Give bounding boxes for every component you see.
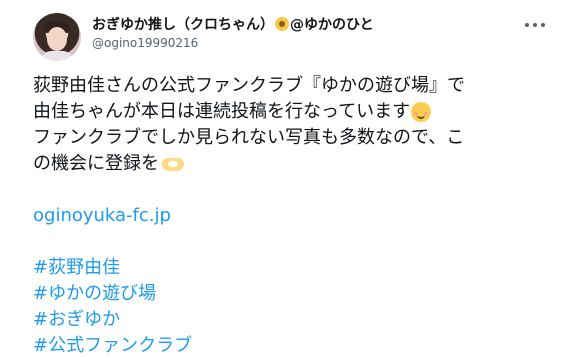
tweet-line-text: ファンクラブでしか見られない写真も多数なので、こ (33, 127, 465, 148)
sunflower-icon (275, 17, 289, 31)
hashtag-link[interactable]: #荻野由佳 (33, 255, 120, 281)
user-handle[interactable]: @ogino19990216 (92, 36, 374, 50)
avatar[interactable] (33, 13, 81, 61)
hashtag-link[interactable]: #おぎゆか (33, 307, 120, 333)
more-dot (541, 23, 545, 27)
tweet-line: ファンクラブでしか見られない写真も多数なので、こ (33, 125, 553, 151)
avatar-shirt (41, 51, 73, 61)
tweet-line: 由佳ちゃんが本日は連続投稿を行なっています (33, 99, 553, 125)
tweet-text: 荻野由佳さんの公式ファンクラブ『ゆかの遊び場』で 由佳ちゃんが本日は連続投稿を行… (33, 73, 553, 359)
tweet-line: #公式ファンクラブ (33, 333, 553, 359)
heart-hands-icon (160, 154, 186, 174)
avatar-face (47, 27, 67, 51)
smiling-face-icon (411, 102, 432, 122)
tweet-line: #おぎゆか (33, 307, 553, 333)
tweet-line-text: 荻野由佳さんの公式ファンクラブ『ゆかの遊び場』で (33, 75, 465, 96)
tweet-line-text: 由佳ちゃんが本日は連続投稿を行なっています (33, 101, 411, 122)
author-block: おぎゆか推し（クロちゃん） @ゆかのひと @ogino19990216 (92, 14, 374, 50)
tweet-line: #ゆかの遊び場 (33, 281, 553, 307)
tweet-line: 荻野由佳さんの公式ファンクラブ『ゆかの遊び場』で (33, 73, 553, 99)
more-dot (533, 23, 537, 27)
hashtag-link[interactable]: #公式ファンクラブ (33, 333, 192, 359)
external-link[interactable]: oginoyuka-fc.jp (33, 203, 171, 229)
more-dot (525, 23, 529, 27)
display-name[interactable]: おぎゆか推し（クロちゃん） (92, 14, 274, 34)
tweet-line-text: の機会に登録を (33, 153, 159, 174)
display-name-suffix[interactable]: @ゆかのひと (290, 14, 374, 34)
display-name-row[interactable]: おぎゆか推し（クロちゃん） @ゆかのひと (92, 14, 374, 34)
more-options-icon[interactable] (521, 15, 549, 35)
tweet-line: #荻野由佳 (33, 255, 553, 281)
hashtag-link[interactable]: #ゆかの遊び場 (33, 281, 156, 307)
tweet-line: oginoyuka-fc.jp (33, 203, 553, 229)
tweet-line: の機会に登録を (33, 151, 553, 177)
